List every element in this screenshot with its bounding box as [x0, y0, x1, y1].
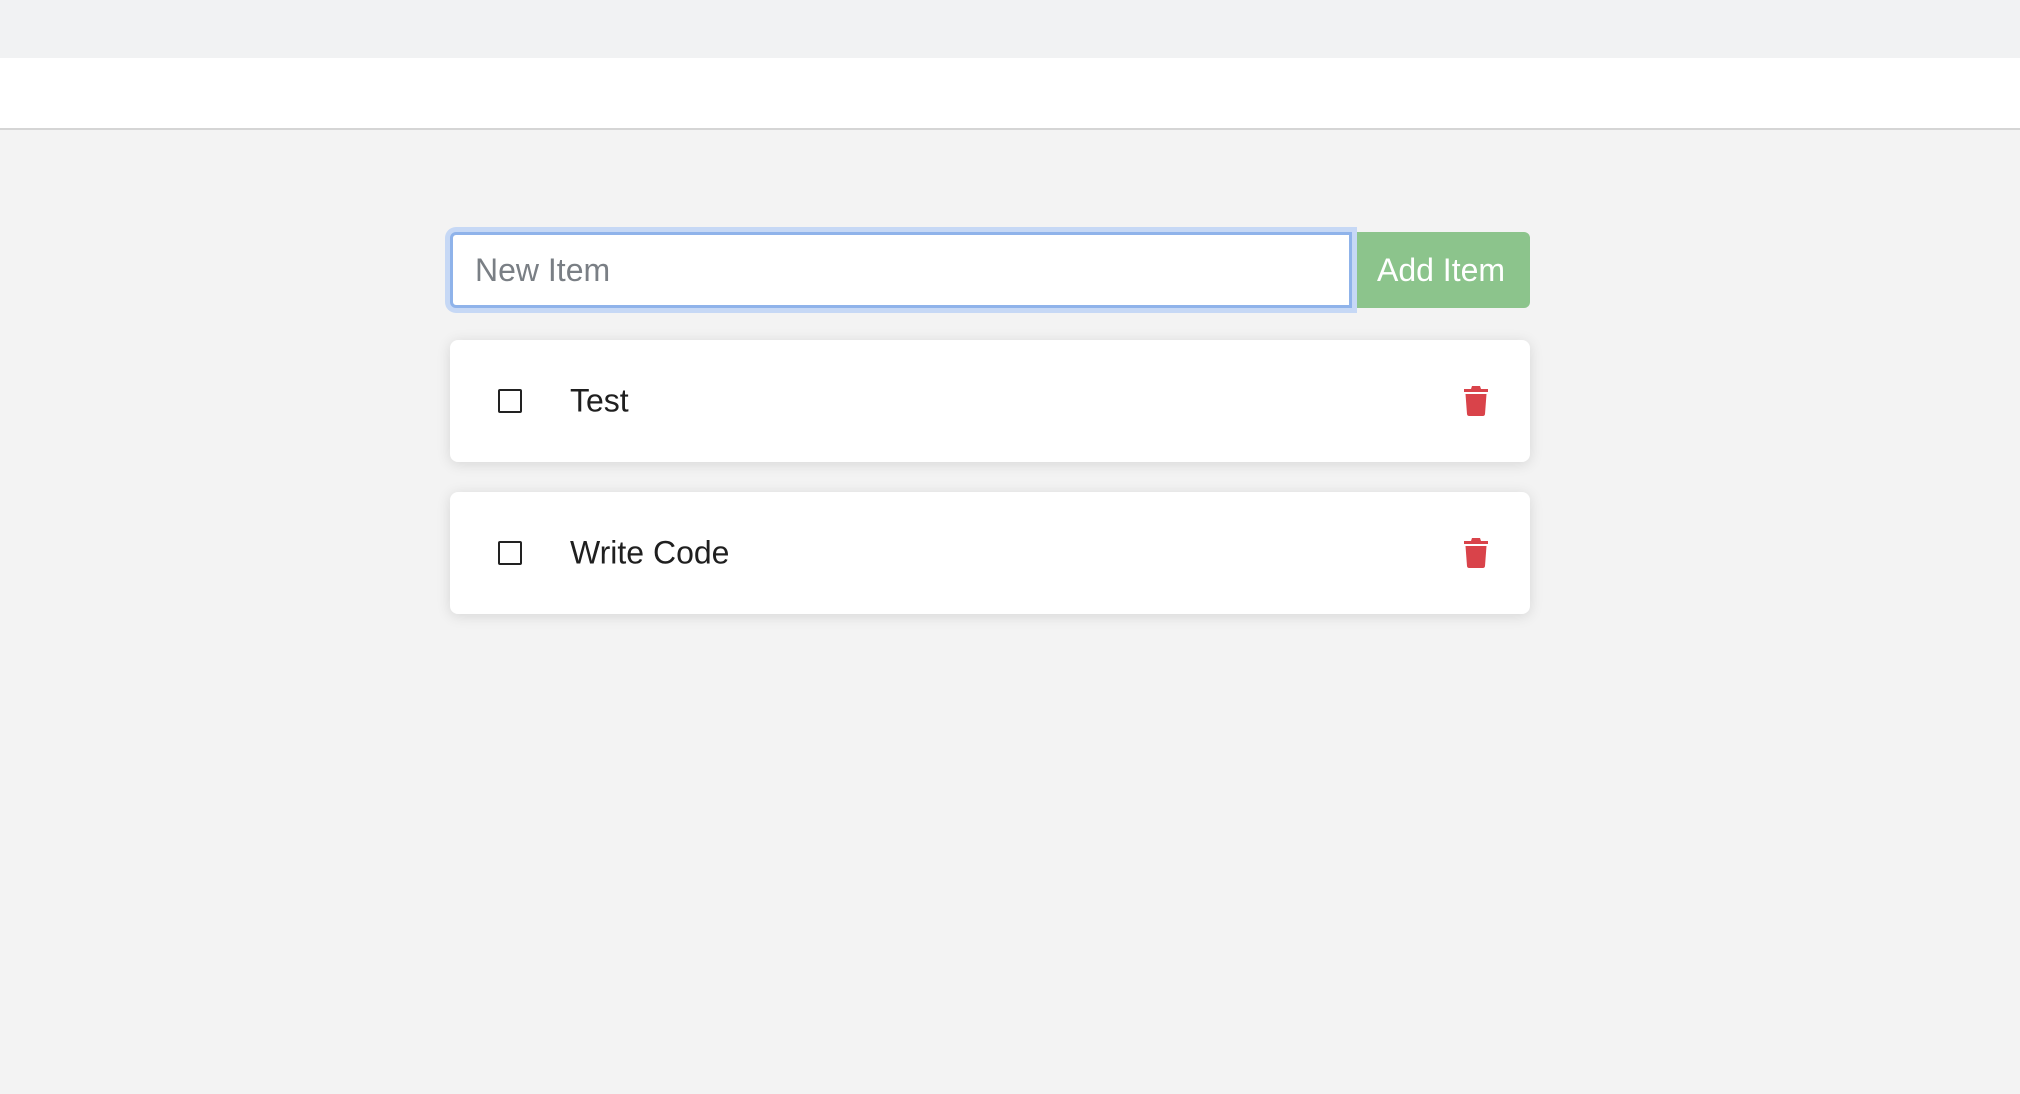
checkbox-unchecked-icon[interactable]: [498, 541, 522, 565]
todo-item-text: Write Code: [570, 534, 730, 571]
trash-icon[interactable]: [1458, 383, 1494, 419]
browser-top-strip: [0, 0, 2020, 58]
navbar: [0, 58, 2020, 130]
todo-item: Write Code: [450, 492, 1530, 614]
checkbox-unchecked-icon[interactable]: [498, 389, 522, 413]
add-item-button[interactable]: Add Item: [1352, 232, 1530, 308]
new-item-input[interactable]: [450, 232, 1352, 308]
add-item-form: Add Item: [450, 232, 1530, 308]
todo-app: Add Item Test Write Code: [450, 232, 1530, 644]
todo-item: Test: [450, 340, 1530, 462]
trash-icon-svg: [1464, 386, 1488, 416]
todo-item-text: Test: [570, 382, 629, 419]
trash-icon[interactable]: [1458, 535, 1494, 571]
trash-icon-svg: [1464, 538, 1488, 568]
todo-list: Test Write Code: [450, 340, 1530, 614]
